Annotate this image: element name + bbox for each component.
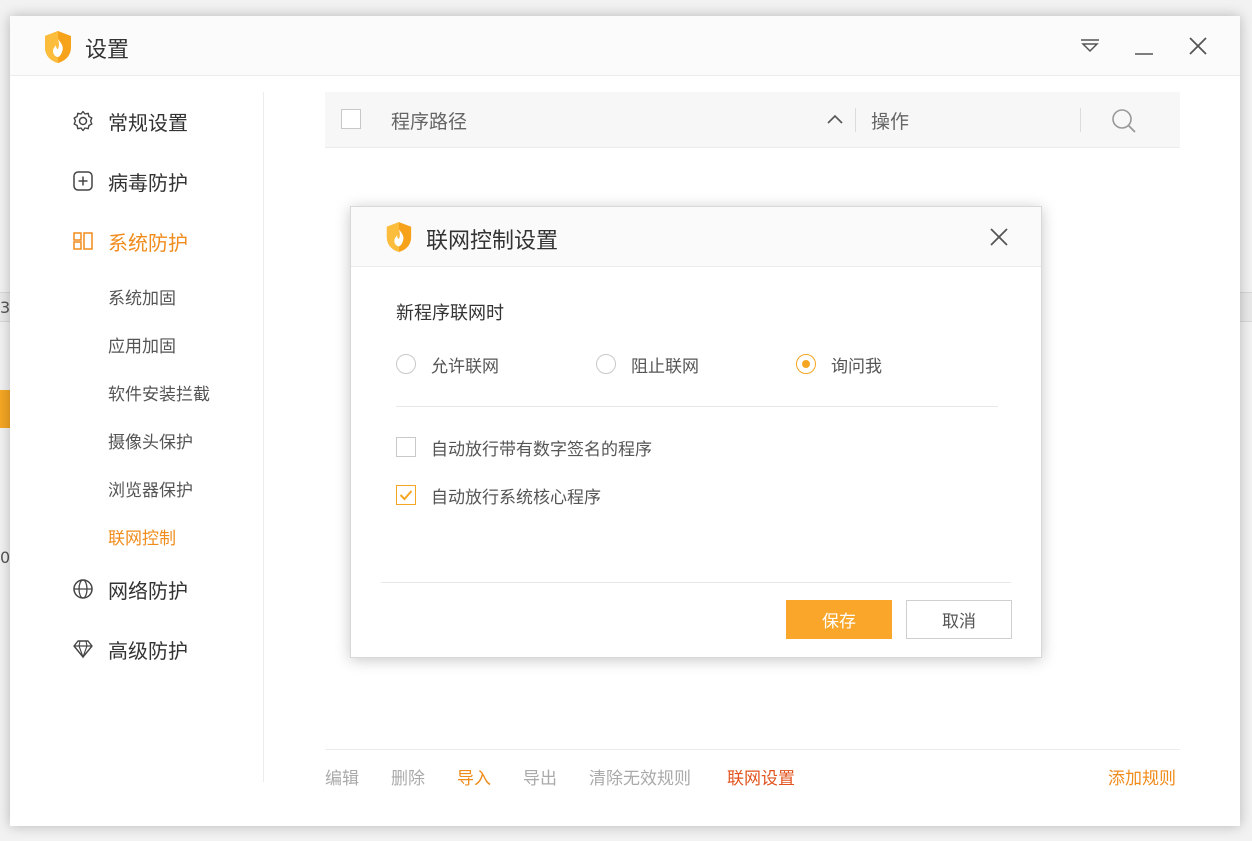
dialog-header: 联网控制设置 (351, 207, 1041, 267)
checkbox-label: 自动放行带有数字签名的程序 (431, 439, 652, 460)
sidebar-divider (263, 92, 264, 782)
save-button[interactable]: 保存 (786, 600, 892, 639)
sidebar-subitem-camera[interactable]: 摄像头保护 (108, 428, 193, 453)
sidebar: 常规设置 病毒防护 系统防护 系统加固 应用加固 软件安装拦截 摄像头保护 浏览… (10, 76, 265, 826)
column-header-path: 程序路径 (391, 111, 468, 133)
sidebar-subitem-app-hardening[interactable]: 应用加固 (108, 332, 176, 357)
sidebar-item-system[interactable]: 系统防护 (72, 226, 188, 256)
select-all-checkbox[interactable] (341, 109, 361, 129)
bottom-toolbar: 编辑 删除 导入 导出 清除无效规则 联网设置 添加规则 (325, 749, 1180, 799)
import-button[interactable]: 导入 (457, 764, 491, 789)
sort-ascending-icon[interactable] (825, 110, 845, 130)
sidebar-item-label: 病毒防护 (108, 170, 188, 195)
column-header-operation: 操作 (871, 111, 910, 133)
export-button[interactable]: 导出 (523, 764, 557, 789)
radio-ask-me[interactable]: 询问我 (796, 352, 882, 377)
edit-button[interactable]: 编辑 (325, 764, 359, 789)
globe-icon (72, 578, 94, 600)
gear-icon (72, 110, 94, 132)
sidebar-item-general[interactable]: 常规设置 (72, 106, 188, 136)
sidebar-item-network[interactable]: 网络防护 (72, 574, 188, 604)
network-settings-button[interactable]: 联网设置 (727, 764, 795, 789)
radio-circle (396, 354, 416, 374)
diamond-icon (72, 638, 94, 660)
divider (381, 582, 1011, 583)
plus-box-icon (72, 170, 94, 192)
radio-allow[interactable]: 允许联网 (396, 352, 499, 377)
background-highlight (0, 390, 10, 428)
clear-invalid-rules-button[interactable]: 清除无效规则 (589, 764, 691, 789)
checkbox-signed-programs[interactable]: 自动放行带有数字签名的程序 (396, 435, 652, 460)
sidebar-subitem-install-block[interactable]: 软件安装拦截 (108, 380, 210, 405)
radio-circle (596, 354, 616, 374)
sidebar-item-label: 系统防护 (108, 230, 188, 255)
radio-block[interactable]: 阻止联网 (596, 352, 699, 377)
checkbox-label: 自动放行系统核心程序 (431, 487, 601, 508)
radio-label: 允许联网 (431, 356, 499, 377)
sidebar-item-label: 高级防护 (108, 638, 188, 663)
delete-button[interactable]: 删除 (391, 764, 425, 789)
column-divider (855, 108, 856, 132)
cancel-button[interactable]: 取消 (906, 600, 1012, 639)
window-title: 设置 (85, 38, 130, 63)
app-logo-icon (386, 222, 412, 252)
grid-icon (72, 230, 94, 252)
network-control-dialog: 联网控制设置 新程序联网时 允许联网 阻止联网 询问我 自动放行带有数字签名的程… (350, 206, 1042, 658)
minimize-icon[interactable] (1130, 32, 1158, 60)
add-rule-button[interactable]: 添加规则 (1108, 764, 1176, 789)
table-header: 程序路径 操作 (325, 92, 1180, 148)
column-divider (1080, 108, 1081, 132)
sidebar-subitem-system-hardening[interactable]: 系统加固 (108, 284, 176, 309)
checkbox-core-programs[interactable]: 自动放行系统核心程序 (396, 483, 601, 508)
sidebar-item-label: 网络防护 (108, 578, 188, 603)
sidebar-subitem-browser[interactable]: 浏览器保护 (108, 476, 193, 501)
sidebar-item-virus[interactable]: 病毒防护 (72, 166, 188, 196)
divider (396, 406, 998, 407)
section-title: 新程序联网时 (396, 303, 504, 324)
search-icon[interactable] (1110, 107, 1138, 135)
dialog-close-icon[interactable] (987, 225, 1011, 249)
checkbox-box (396, 437, 416, 457)
dialog-title: 联网控制设置 (426, 229, 559, 254)
title-bar: 设置 (10, 16, 1240, 76)
radio-circle-selected (796, 354, 816, 374)
sidebar-subitem-network-control[interactable]: 联网控制 (108, 524, 176, 549)
checkbox-box-checked (396, 485, 416, 505)
checkmark-icon (399, 490, 413, 501)
menu-dropdown-icon[interactable] (1076, 32, 1104, 60)
background-text: 3 (0, 298, 11, 317)
radio-label: 询问我 (831, 356, 882, 377)
sidebar-item-advanced[interactable]: 高级防护 (72, 634, 188, 664)
app-logo-icon (45, 31, 71, 63)
close-icon[interactable] (1184, 32, 1212, 60)
radio-label: 阻止联网 (631, 356, 699, 377)
sidebar-item-label: 常规设置 (108, 110, 188, 135)
